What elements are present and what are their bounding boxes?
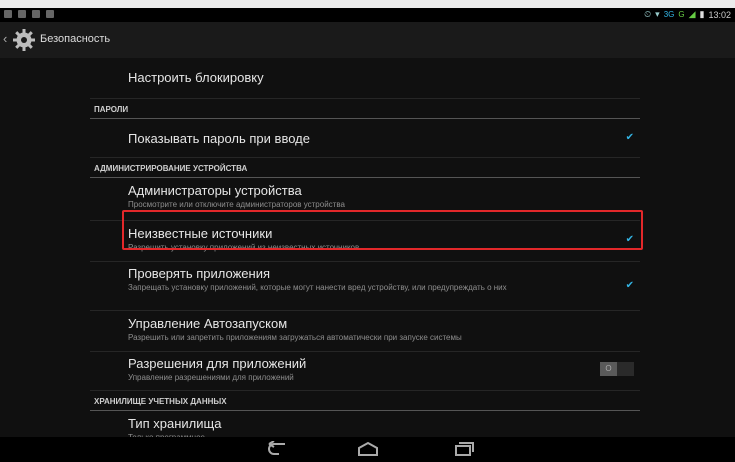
setting-verify-apps[interactable]: Проверять приложения Запрещать установку…: [90, 262, 640, 311]
app-permissions-toggle[interactable]: O: [600, 362, 634, 376]
item-subtitle: Разрешить или запретить приложениям загр…: [128, 333, 462, 342]
item-title: Проверять приложения: [128, 266, 271, 281]
recents-icon[interactable]: [452, 441, 476, 457]
section-header-credential-storage: ХРАНИЛИЩЕ УЧЕТНЫХ ДАННЫХ: [90, 391, 640, 411]
battery-icon: ▮: [699, 9, 705, 19]
item-title: Тип хранилища: [128, 416, 222, 431]
settings-list: Настроить блокировку ПАРОЛИ Показывать п…: [90, 58, 640, 451]
image-icon: [46, 10, 54, 18]
status-bar: ⏲ ▾ 3G G ◢ ▮ 13:02: [0, 8, 735, 22]
item-text: Проверять приложения Запрещать установку…: [128, 266, 608, 293]
back-icon[interactable]: [265, 441, 289, 457]
clock: 13:02: [708, 9, 731, 20]
setting-app-permissions[interactable]: Разрешения для приложений Управление раз…: [90, 352, 640, 391]
item-subtitle: Просмотрите или отключите администраторо…: [128, 200, 345, 209]
search-status-icon: [18, 10, 26, 18]
item-title: Настроить блокировку: [128, 70, 264, 85]
settings-content: Настроить блокировку ПАРОЛИ Показывать п…: [0, 58, 735, 442]
signal-type: G: [678, 10, 685, 19]
page-title: Безопасность: [40, 33, 111, 45]
item-text: Разрешения для приложений Управление раз…: [128, 356, 306, 383]
setting-autostart[interactable]: Управление Автозапуском Разрешить или за…: [90, 311, 640, 352]
item-text: Управление Автозапуском Разрешить или за…: [128, 316, 462, 343]
notification-icon: [4, 10, 12, 18]
wifi-icon: ▾: [655, 9, 660, 19]
item-subtitle: Управление разрешениями для приложений: [128, 373, 294, 382]
section-header-passwords: ПАРОЛИ: [90, 99, 640, 119]
item-subtitle: Запрещать установку приложений, которые …: [128, 283, 507, 292]
setting-screen-lock[interactable]: Настроить блокировку: [90, 58, 640, 99]
gear-icon[interactable]: [12, 28, 36, 52]
item-text: Администраторы устройства Просмотрите ил…: [128, 183, 345, 210]
action-bar: ‹ Безопасность: [0, 22, 735, 59]
verify-apps-checkbox[interactable]: ✔: [626, 280, 634, 291]
home-icon[interactable]: [356, 441, 380, 457]
item-title: Разрешения для приложений: [128, 356, 307, 371]
highlight-frame: [122, 210, 643, 250]
status-icons-left: [4, 10, 54, 18]
navigation-bar: [0, 437, 735, 462]
toggle-knob: O: [600, 362, 617, 376]
status-icons-right: ⏲ ▾ 3G G ◢ ▮ 13:02: [644, 9, 731, 20]
item-title: Администраторы устройства: [128, 183, 302, 198]
show-password-checkbox[interactable]: ✔: [626, 132, 634, 143]
item-title: Управление Автозапуском: [128, 316, 288, 331]
section-header-admin: АДМИНИСТРИРОВАНИЕ УСТРОЙСТВА: [90, 158, 640, 178]
item-title: Показывать пароль при вводе: [128, 131, 310, 146]
signal-bars-icon: ◢: [688, 9, 696, 19]
up-caret-icon[interactable]: ‹: [3, 31, 7, 46]
setting-show-password[interactable]: Показывать пароль при вводе ✔: [90, 119, 640, 158]
alarm-icon: ⏲: [644, 9, 652, 19]
network-type: 3G: [663, 10, 675, 19]
usb-icon: [32, 10, 40, 18]
